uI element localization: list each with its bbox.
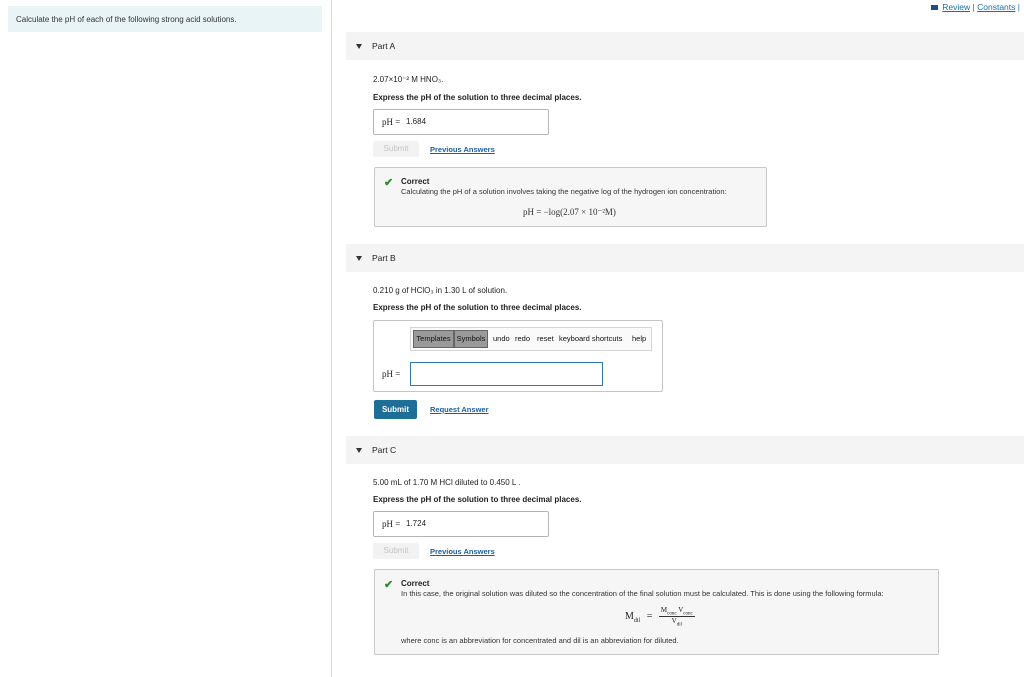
answer-value: 1.684	[406, 117, 427, 126]
symbols-button[interactable]: Symbols	[454, 330, 488, 348]
part-a-answer-field[interactable]: pH = 1.684	[373, 109, 549, 135]
formula-lhs-sub: dil	[633, 618, 641, 625]
top-links: Review | Constants |	[931, 2, 1020, 12]
part-c-title: Part C	[372, 445, 397, 455]
part-b-math-editor: Templates Symbols undo redo reset keyboa…	[373, 320, 663, 392]
part-b-question: 0.210 g of HClO₃ in 1.30 L of solution.	[373, 286, 508, 295]
problem-intro-panel: Calculate the pH of each of the followin…	[8, 6, 322, 32]
separator: |	[972, 2, 975, 12]
answer-label: pH =	[382, 117, 401, 127]
part-b-submit-button[interactable]: Submit	[374, 400, 417, 419]
part-c-instruction: Express the pH of the solution to three …	[373, 495, 582, 504]
collapse-triangle-icon	[356, 448, 362, 454]
answer-value: 1.724	[406, 519, 427, 528]
part-c-header[interactable]: Part C	[356, 445, 396, 455]
keyboard-shortcuts-button[interactable]: keyboard shortcuts	[559, 334, 622, 343]
feedback-text: In this case, the original solution was …	[401, 589, 884, 598]
part-c-header-band	[346, 436, 1024, 464]
part-b-title: Part B	[372, 253, 396, 263]
part-a-instruction: Express the pH of the solution to three …	[373, 93, 582, 102]
part-c-question: 5.00 mL of 1.70 M HCl diluted to 0.450 L…	[373, 478, 521, 487]
part-a-title: Part A	[372, 41, 396, 51]
collapse-triangle-icon	[356, 256, 362, 262]
review-icon	[931, 5, 939, 11]
constants-link[interactable]: Constants	[977, 2, 1015, 12]
formula-den-sub: dil	[676, 622, 682, 628]
undo-button[interactable]: undo	[493, 334, 510, 343]
feedback-title: Correct	[401, 579, 430, 588]
dilution-formula: Mdil = Mconc Vconc Vdil	[625, 606, 695, 628]
feedback-equation: pH = −log(2.07 × 10⁻²M)	[523, 207, 616, 217]
part-a-header-band	[346, 32, 1024, 60]
formula-lhs: M	[625, 611, 634, 623]
part-c-feedback: ✔ Correct In this case, the original sol…	[374, 569, 939, 655]
formula-num-sub1: conc	[667, 611, 677, 617]
redo-button[interactable]: redo	[515, 334, 530, 343]
part-a-header[interactable]: Part A	[356, 41, 395, 51]
formula-num-sub2: conc	[683, 611, 693, 617]
editor-toolbar: Templates Symbols undo redo reset keyboa…	[410, 327, 652, 351]
part-b-header-band	[346, 244, 1024, 272]
part-b-header[interactable]: Part B	[356, 253, 396, 263]
checkmark-icon: ✔	[384, 579, 394, 591]
templates-button[interactable]: Templates	[413, 330, 454, 348]
part-b-instruction: Express the pH of the solution to three …	[373, 303, 582, 312]
feedback-text: Calculating the pH of a solution involve…	[401, 187, 727, 196]
part-c-previous-answers-link[interactable]: Previous Answers	[430, 547, 495, 556]
part-a-feedback: ✔ Correct Calculating the pH of a soluti…	[374, 167, 767, 227]
part-a-question: 2.07×10⁻² M HNO₃.	[373, 75, 444, 84]
checkmark-icon: ✔	[384, 177, 394, 189]
panel-divider	[331, 0, 332, 677]
part-a-previous-answers-link[interactable]: Previous Answers	[430, 145, 495, 154]
review-link[interactable]: Review	[942, 2, 970, 12]
feedback-title: Correct	[401, 177, 430, 186]
formula-fraction: Mconc Vconc Vdil	[658, 606, 695, 628]
feedback-note: where conc is an abbreviation for concen…	[401, 636, 679, 645]
part-c-answer-field[interactable]: pH = 1.724	[373, 511, 549, 537]
answer-label: pH =	[382, 519, 401, 529]
separator: |	[1017, 2, 1020, 12]
answer-label: pH =	[382, 369, 401, 379]
part-c-submit-button[interactable]: Submit	[373, 543, 419, 559]
part-b-answer-input[interactable]	[410, 362, 603, 386]
reset-button[interactable]: reset	[537, 334, 554, 343]
part-a-submit-button[interactable]: Submit	[373, 141, 419, 157]
help-button[interactable]: help	[632, 334, 646, 343]
part-b-request-answer-link[interactable]: Request Answer	[430, 405, 489, 414]
collapse-triangle-icon	[356, 44, 362, 50]
problem-intro-text: Calculate the pH of each of the followin…	[16, 15, 237, 24]
